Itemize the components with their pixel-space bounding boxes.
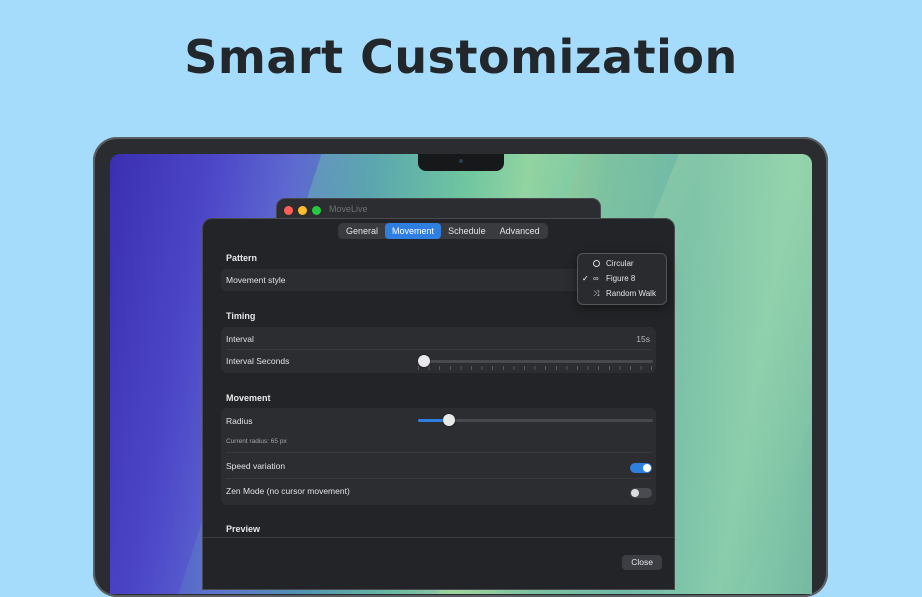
window-title: MoveLive [329, 204, 368, 214]
circle-icon [593, 256, 600, 272]
slider-knob[interactable] [418, 355, 430, 367]
radius-slider[interactable] [418, 414, 653, 426]
divider [226, 478, 651, 479]
movement-box: Radius Current radius: 65 px Speed varia… [221, 408, 656, 505]
tab-movement[interactable]: Movement [385, 223, 442, 239]
close-window-button[interactable] [284, 206, 293, 215]
camera-notch [418, 154, 504, 171]
section-preview-title: Preview [226, 524, 261, 534]
slider-ticks [418, 366, 653, 370]
interval-seconds-slider[interactable] [418, 355, 653, 370]
zoom-window-button[interactable] [312, 206, 321, 215]
tab-bar: General Movement Schedule Advanced [338, 223, 548, 239]
menu-item-figure-8[interactable]: ✓ ∞ Figure 8 [578, 271, 666, 286]
interval-seconds-label: Interval Seconds [226, 356, 290, 366]
speed-variation-label: Speed variation [226, 461, 286, 471]
close-button[interactable]: Close [622, 555, 662, 570]
tab-schedule[interactable]: Schedule [441, 223, 493, 239]
section-movement-title: Movement [226, 393, 271, 403]
divider [226, 452, 651, 453]
camera-icon [459, 159, 463, 163]
speed-variation-toggle[interactable] [630, 463, 652, 473]
tab-advanced[interactable]: Advanced [493, 223, 547, 239]
infinity-icon: ∞ [593, 274, 599, 283]
tab-general[interactable]: General [339, 223, 385, 239]
divider [226, 349, 651, 350]
slider-knob[interactable] [442, 414, 455, 426]
zen-mode-label: Zen Mode (no cursor movement) [226, 486, 350, 496]
minimize-window-button[interactable] [298, 206, 307, 215]
zen-mode-toggle[interactable] [630, 488, 652, 498]
headline: Smart Customization [184, 30, 738, 84]
random-walk-icon: ⤨ [593, 289, 600, 298]
checkmark-icon: ✓ [582, 274, 589, 283]
timing-box: Interval 15s Interval Seconds [221, 327, 656, 373]
section-timing-title: Timing [226, 311, 256, 321]
movement-style-label: Movement style [226, 275, 286, 285]
footer-divider [203, 537, 674, 538]
radius-label: Radius [226, 416, 253, 426]
section-pattern-title: Pattern [226, 253, 258, 263]
menu-item-circular[interactable]: Circular [578, 256, 666, 271]
movement-style-dropdown-menu: Circular ✓ ∞ Figure 8 ⤨ Random Walk [577, 253, 667, 305]
interval-label: Interval [226, 334, 254, 344]
current-radius-text: Current radius: 65 px [226, 438, 287, 445]
menu-item-random-walk[interactable]: ⤨ Random Walk [578, 286, 666, 301]
interval-value: 15s [636, 334, 650, 344]
